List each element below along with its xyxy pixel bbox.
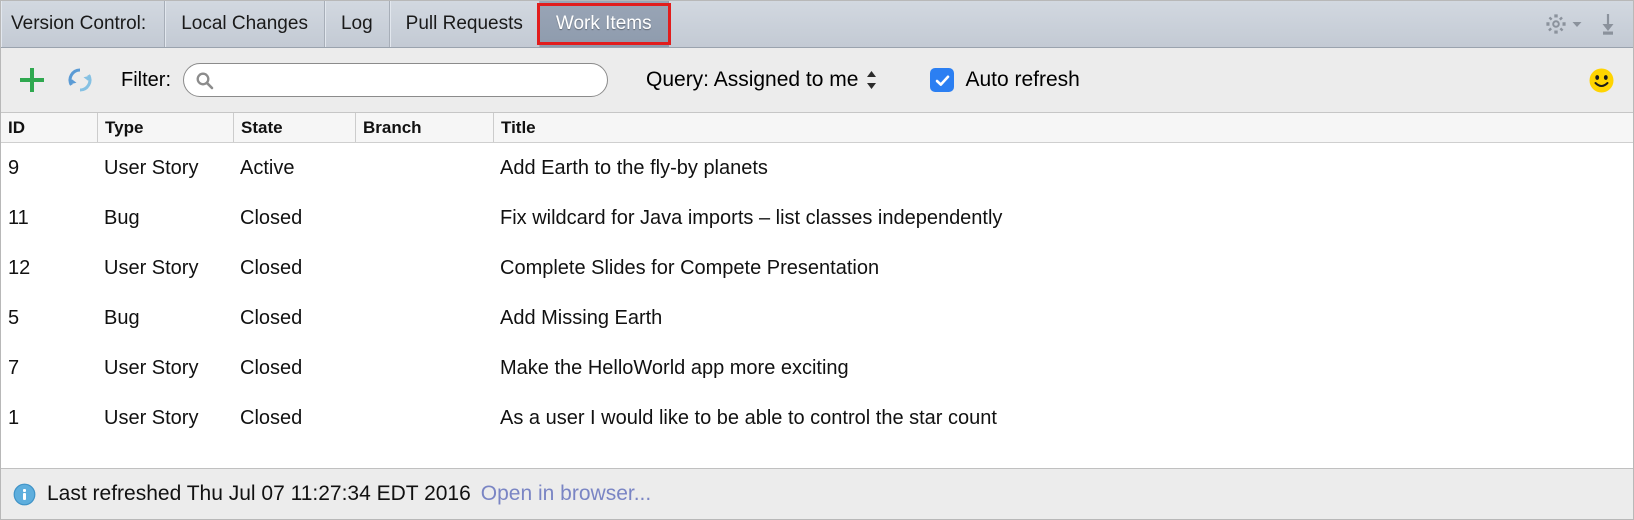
tab-log-label: Log	[340, 13, 373, 34]
table-row[interactable]: 9 User Story Active Add Earth to the fly…	[1, 143, 1633, 193]
cell-state: Closed	[240, 256, 303, 279]
tab-bar-actions	[1545, 1, 1633, 47]
auto-refresh-checkbox[interactable]: Auto refresh	[930, 68, 1080, 92]
column-header-branch[interactable]: Branch	[355, 113, 493, 142]
table-row[interactable]: 11 Bug Closed Fix wildcard for Java impo…	[1, 193, 1633, 243]
column-header-id[interactable]: ID	[1, 113, 97, 142]
filter-label: Filter:	[121, 68, 171, 91]
auto-refresh-label: Auto refresh	[965, 68, 1080, 91]
search-icon	[195, 71, 214, 90]
table-row[interactable]: 12 User Story Closed Complete Slides for…	[1, 243, 1633, 293]
tab-log[interactable]: Log	[325, 1, 390, 47]
cell-state: Closed	[240, 206, 303, 229]
cell-state: Active	[240, 156, 295, 179]
work-items-table-header: ID Type State Branch Title	[1, 113, 1633, 143]
cell-title: Make the HelloWorld app more exciting	[500, 356, 849, 379]
tab-local-changes[interactable]: Local Changes	[165, 1, 325, 47]
search-input[interactable]	[214, 64, 597, 96]
smiley-face-icon[interactable]	[1588, 67, 1615, 94]
tab-work-items[interactable]: Work Items	[536, 1, 671, 47]
status-bar: Last refreshed Thu Jul 07 11:27:34 EDT 2…	[1, 468, 1633, 519]
gear-icon[interactable]	[1545, 13, 1567, 35]
work-items-toolbar: Filter: Query: Assigned to me Auto refre…	[1, 48, 1633, 113]
cell-type: Bug	[104, 306, 140, 329]
refresh-icon[interactable]	[65, 65, 95, 95]
tab-pull-requests[interactable]: Pull Requests	[390, 1, 540, 47]
column-header-title[interactable]: Title	[493, 113, 1633, 142]
tab-bar-spacer	[669, 1, 1545, 47]
open-in-browser-link[interactable]: Open in browser...	[481, 482, 651, 506]
cell-type: Bug	[104, 206, 140, 229]
version-control-label: Version Control:	[1, 1, 166, 47]
filter-search-field[interactable]	[183, 63, 608, 97]
query-label: Query: Assigned to me	[646, 68, 859, 91]
cell-title: As a user I would like to be able to con…	[500, 406, 997, 429]
cell-state: Closed	[240, 406, 303, 429]
status-message: Last refreshed Thu Jul 07 11:27:34 EDT 2…	[47, 482, 471, 505]
work-items-table-body: 9 User Story Active Add Earth to the fly…	[1, 143, 1633, 468]
tab-local-changes-label: Local Changes	[181, 13, 308, 34]
info-icon	[13, 483, 36, 506]
cell-id: 9	[8, 156, 20, 179]
work-items-panel: Version Control: Local Changes Log Pull …	[0, 0, 1634, 520]
cell-title: Add Earth to the fly-by planets	[500, 156, 768, 179]
cell-type: User Story	[104, 406, 199, 429]
cell-title: Complete Slides for Compete Presentation	[500, 256, 880, 279]
column-header-type[interactable]: Type	[97, 113, 233, 142]
cell-type: User Story	[104, 156, 199, 179]
tab-work-items-label: Work Items	[555, 13, 652, 34]
collapse-all-icon[interactable]	[1597, 12, 1619, 36]
tab-pull-requests-label: Pull Requests	[405, 13, 523, 34]
checkbox-checked-icon	[930, 68, 955, 92]
tab-bar: Version Control: Local Changes Log Pull …	[1, 1, 1633, 48]
cell-state: Closed	[240, 356, 303, 379]
stepper-arrows-icon[interactable]	[865, 69, 878, 91]
cell-title: Add Missing Earth	[500, 306, 663, 329]
cell-id: 5	[8, 306, 20, 329]
cell-state: Closed	[240, 306, 303, 329]
table-row[interactable]: 1 User Story Closed As a user I would li…	[1, 393, 1633, 443]
cell-title: Fix wildcard for Java imports – list cla…	[500, 206, 1003, 229]
cell-id: 7	[8, 356, 20, 379]
cell-type: User Story	[104, 256, 199, 279]
cell-id: 12	[8, 256, 31, 279]
query-selector[interactable]: Query: Assigned to me	[646, 68, 878, 92]
cell-id: 1	[8, 406, 20, 429]
table-row[interactable]: 7 User Story Closed Make the HelloWorld …	[1, 343, 1633, 393]
add-work-item-icon[interactable]	[17, 65, 47, 95]
chevron-down-icon[interactable]	[1571, 18, 1583, 30]
column-header-state[interactable]: State	[233, 113, 355, 142]
version-control-label-text: Version Control:	[11, 13, 147, 34]
cell-type: User Story	[104, 356, 199, 379]
table-row[interactable]: 5 Bug Closed Add Missing Earth	[1, 293, 1633, 343]
cell-id: 11	[8, 206, 29, 229]
